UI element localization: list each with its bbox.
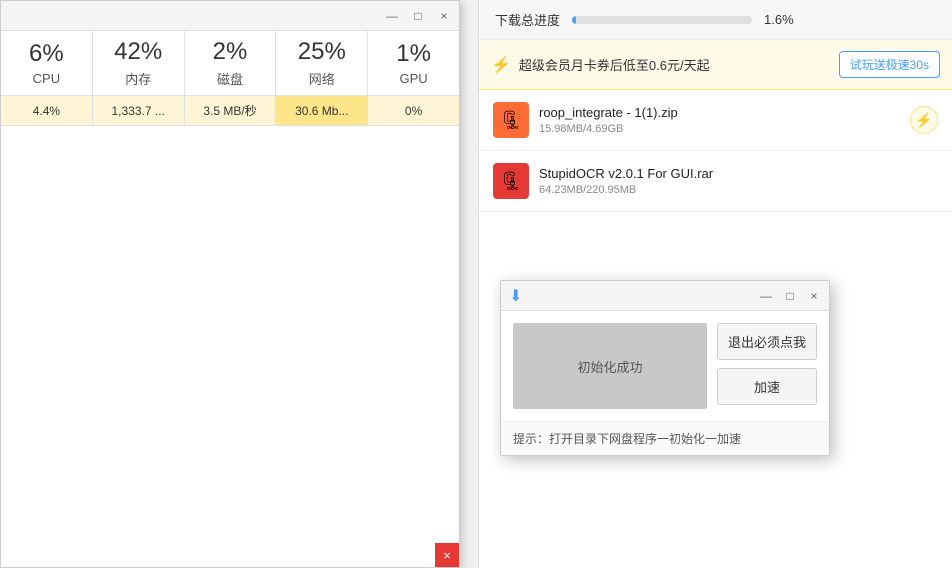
download-progress-header: 下载总进度 1.6%: [479, 0, 952, 40]
progress-title: 下载总进度: [495, 10, 560, 29]
disk-label: 磁盘: [217, 69, 243, 88]
promo-icon: ⚡: [491, 55, 511, 75]
disk-value: 3.5 MB/秒: [185, 96, 277, 125]
popup-titlebar-buttons: — □ ×: [759, 289, 821, 303]
task-manager-titlebar: — □ ×: [1, 1, 459, 31]
download-item-action-1[interactable]: ⚡: [910, 106, 938, 134]
download-item-info-1: roop_integrate - 1(1).zip 15.98MB/4.69GB: [539, 105, 900, 135]
exit-button[interactable]: 退出必须点我: [717, 323, 817, 360]
values-row: 4.4% 1,333.7 ... 3.5 MB/秒 30.6 Mb... 0%: [1, 96, 459, 126]
disk-stat: 2% 磁盘: [185, 31, 277, 95]
memory-stat: 42% 内存: [93, 31, 185, 95]
download-item-icon-2: 🗜: [493, 163, 529, 199]
popup-titlebar: ⬇ — □ ×: [501, 281, 829, 311]
download-item-2: 🗜 StupidOCR v2.0.1 For GUI.rar 64.23MB/2…: [479, 151, 952, 212]
cpu-stat: 6% CPU: [1, 31, 93, 95]
popup-minimize-button[interactable]: —: [759, 289, 773, 303]
network-label: 网络: [309, 69, 335, 88]
popup-close-button[interactable]: ×: [807, 289, 821, 303]
gpu-stat: 1% GPU: [368, 31, 459, 95]
close-button[interactable]: ×: [437, 9, 451, 23]
popup-init-text: 初始化成功: [513, 323, 707, 409]
memory-percent: 42%: [114, 38, 162, 67]
cpu-value: 4.4%: [1, 96, 93, 125]
gpu-percent: 1%: [396, 40, 431, 69]
stats-row: 6% CPU 42% 内存 2% 磁盘 25% 网络 1% GPU: [1, 31, 459, 96]
progress-track: [572, 16, 752, 24]
disk-percent: 2%: [213, 38, 248, 67]
popup-buttons: 退出必须点我 加速: [717, 323, 817, 409]
file-icon-1: 🗜: [500, 110, 523, 131]
download-item: 🗜 roop_integrate - 1(1).zip 15.98MB/4.69…: [479, 90, 952, 151]
task-manager-close-btn[interactable]: ×: [435, 543, 459, 567]
download-item-icon-1: 🗜: [493, 102, 529, 138]
maximize-button[interactable]: □: [411, 9, 425, 23]
popup-maximize-button[interactable]: □: [783, 289, 797, 303]
popup-footer: 提示：打开目录下网盘程序一初始化一加速: [501, 421, 829, 455]
promo-banner: ⚡ 超级会员月卡券后低至0.6元/天起 试玩送极速30s: [479, 40, 952, 90]
promo-button[interactable]: 试玩送极速30s: [839, 51, 940, 78]
popup-title-icon: ⬇: [509, 286, 522, 306]
network-stat: 25% 网络: [276, 31, 368, 95]
popup-dialog: ⬇ — □ × 初始化成功 退出必须点我 加速 提示：打开目录下网盘程序一初始化…: [500, 280, 830, 456]
accelerate-button[interactable]: 加速: [717, 368, 817, 405]
minimize-button[interactable]: —: [385, 9, 399, 23]
gpu-label: GPU: [400, 71, 428, 86]
network-value: 30.6 Mb...: [276, 96, 368, 125]
task-manager-window: — □ × 6% CPU 42% 内存 2% 磁盘 25% 网络 1% GPU …: [0, 0, 460, 568]
download-item-info-2: StupidOCR v2.0.1 For GUI.rar 64.23MB/220…: [539, 166, 938, 196]
cpu-percent: 6%: [29, 40, 64, 69]
popup-body: 初始化成功 退出必须点我 加速: [501, 311, 829, 421]
progress-fill: [572, 16, 576, 24]
cpu-label: CPU: [33, 71, 60, 86]
memory-label: 内存: [125, 69, 151, 88]
memory-value: 1,333.7 ...: [93, 96, 185, 125]
download-item-size-1: 15.98MB/4.69GB: [539, 123, 900, 135]
download-item-name-1: roop_integrate - 1(1).zip: [539, 105, 900, 120]
gpu-value: 0%: [368, 96, 459, 125]
download-item-name-2: StupidOCR v2.0.1 For GUI.rar: [539, 166, 938, 181]
progress-percent: 1.6%: [764, 12, 794, 27]
file-icon-2: 🗜: [500, 171, 523, 192]
promo-text: 超级会员月卡券后低至0.6元/天起: [519, 55, 831, 74]
network-percent: 25%: [298, 38, 346, 67]
download-item-size-2: 64.23MB/220.95MB: [539, 184, 938, 196]
